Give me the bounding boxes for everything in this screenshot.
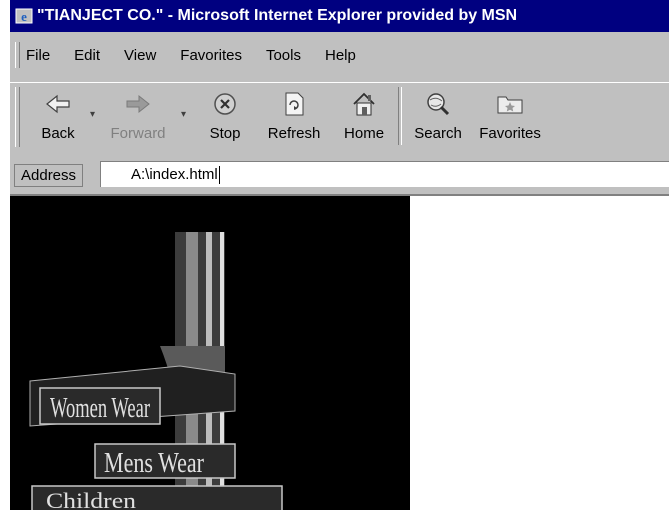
title-bar[interactable]: e "TIANJECT CO." - Microsoft Internet Ex…	[10, 0, 669, 32]
forward-arrow-icon	[123, 89, 153, 119]
menu-edit[interactable]: Edit	[74, 47, 100, 64]
refresh-label: Refresh	[267, 125, 321, 142]
favorites-button[interactable]: Favorites	[474, 83, 546, 142]
window-title: "TIANJECT CO." - Microsoft Internet Expl…	[37, 7, 518, 24]
stop-icon	[210, 89, 240, 119]
refresh-button[interactable]: Refresh	[258, 83, 330, 142]
menu-help[interactable]: Help	[325, 47, 356, 64]
text-caret	[218, 166, 220, 185]
women-wear-sign: Women Wear	[39, 387, 161, 425]
address-label: Address	[14, 163, 84, 187]
ie-icon: e	[15, 7, 33, 25]
children-text: Children	[46, 488, 136, 510]
favorites-label: Favorites	[479, 125, 541, 142]
refresh-icon	[279, 89, 309, 119]
search-label: Search	[414, 125, 462, 142]
menu-favorites[interactable]: Favorites	[180, 47, 242, 64]
storefront-sign-photo: Women Wear Mens Wear Children	[10, 196, 410, 510]
back-arrow-icon	[43, 89, 73, 119]
page-content: Women Wear Mens Wear Children	[10, 194, 669, 510]
children-sign: Children	[31, 485, 283, 510]
menubar-grip[interactable]	[15, 42, 20, 68]
back-label: Back	[41, 125, 75, 142]
search-globe-icon	[423, 89, 453, 119]
women-wear-text: Women Wear	[50, 393, 150, 424]
stop-label: Stop	[209, 125, 241, 142]
address-bar: Address A:\index.html	[10, 159, 669, 191]
stop-button[interactable]: Stop	[192, 83, 258, 142]
menu-tools[interactable]: Tools	[266, 47, 301, 64]
mens-wear-text: Mens Wear	[104, 448, 205, 479]
forward-label: Forward	[110, 125, 166, 142]
menu-bar: File Edit View Favorites Tools Help	[10, 38, 669, 72]
svg-text:e: e	[21, 9, 27, 24]
home-label: Home	[344, 125, 385, 142]
forward-dropdown-icon[interactable]: ▾	[181, 109, 186, 120]
home-icon	[349, 89, 379, 119]
menu-file[interactable]: File	[26, 47, 50, 64]
menu-view[interactable]: View	[124, 47, 156, 64]
mens-wear-sign: Mens Wear	[94, 443, 236, 479]
back-button[interactable]: Back	[26, 83, 90, 142]
address-value: A:\index.html	[131, 166, 218, 183]
search-button[interactable]: Search	[402, 83, 474, 142]
address-input[interactable]: A:\index.html	[100, 161, 669, 187]
toolbar-grip[interactable]	[15, 87, 20, 147]
favorites-folder-icon	[495, 89, 525, 119]
forward-button[interactable]: Forward	[95, 83, 181, 142]
home-button[interactable]: Home	[330, 83, 398, 142]
standard-toolbar: Back ▾ Forward ▾ Stop Refresh Home Searc…	[10, 82, 669, 155]
